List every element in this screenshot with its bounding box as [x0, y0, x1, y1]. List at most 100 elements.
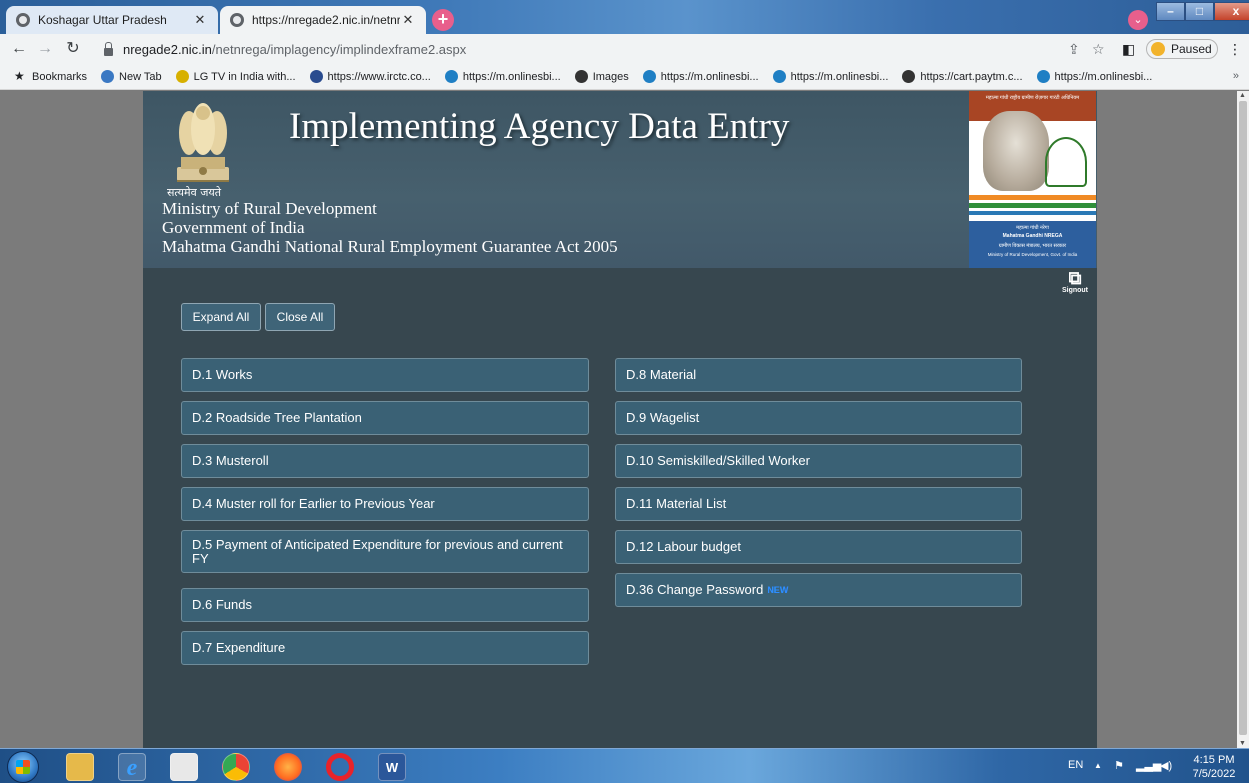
site-container: सत्यमेव जयते Implementing Agency Data En…	[143, 91, 1097, 748]
globe-icon	[574, 70, 588, 83]
scroll-up-icon[interactable]: ▲	[1239, 92, 1246, 99]
bookmarks-bar: ★ Bookmarks New Tab LG TV in India with..…	[0, 64, 1249, 90]
close-window-button[interactable]: x	[1214, 2, 1249, 21]
signout-button[interactable]: ⧉ Signout	[1055, 269, 1095, 294]
internet-explorer-icon[interactable]: e	[118, 753, 146, 781]
tab-title: https://nregade2.nic.in/netnrega	[252, 13, 400, 27]
ministry-line: Government of India	[162, 218, 305, 237]
menu-item-muster-roll-earlier[interactable]: D.4 Muster roll for Earlier to Previous …	[181, 487, 589, 521]
tab-strip: Koshagar Uttar Pradesh ✕ https://nregade…	[0, 0, 1249, 34]
profile-status: Paused	[1171, 42, 1212, 56]
scroll-down-icon[interactable]: ▼	[1239, 740, 1246, 747]
profile-paused-button[interactable]: Paused	[1146, 39, 1218, 59]
maximize-button[interactable]: □	[1185, 2, 1214, 21]
bookmark-item[interactable]: ★ Bookmarks	[14, 70, 87, 83]
menu-item-musteroll[interactable]: D.3 Musteroll	[181, 444, 589, 478]
menu-item-expenditure[interactable]: D.7 Expenditure	[181, 631, 589, 665]
url-path: /netnrega/implagency/implindexframe2.asp…	[211, 42, 467, 57]
clock-time: 4:15 PM	[1193, 754, 1235, 766]
logo-bottom-text: ग्रामीण विकास मंत्रालय, भारत सरकार	[998, 243, 1067, 249]
bookmark-favicon-icon	[1036, 70, 1050, 83]
share-icon[interactable]: ⇪	[1068, 41, 1080, 58]
ministry-block: Ministry of Rural Development Government…	[162, 199, 618, 256]
bookmark-item[interactable]: New Tab	[101, 70, 162, 83]
bookmark-star-icon[interactable]: ☆	[1092, 41, 1105, 58]
tab-close-icon[interactable]: ✕	[400, 12, 416, 28]
menu-item-skilled-worker[interactable]: D.10 Semiskilled/Skilled Worker	[615, 444, 1022, 478]
motto: सत्यमेव जयते	[167, 186, 222, 199]
signal-icon[interactable]: ▂▃▅	[1136, 759, 1161, 772]
bookmark-item[interactable]: https://m.onlinesbi...	[642, 70, 759, 83]
word-icon[interactable]: W	[378, 753, 406, 781]
bookmark-item[interactable]: https://m.onlinesbi...	[772, 70, 888, 83]
address-bar[interactable]: nregade2.nic.in/netnrega/implagency/impl…	[94, 38, 1114, 61]
firefox-icon[interactable]	[274, 753, 302, 781]
bookmarks-more-icon[interactable]: »	[1233, 70, 1239, 82]
menu-item-labour-budget[interactable]: D.12 Labour budget	[615, 530, 1022, 564]
menu-item-funds[interactable]: D.6 Funds	[181, 588, 589, 622]
minimize-button[interactable]: –	[1156, 2, 1185, 21]
chrome-icon[interactable]	[222, 753, 250, 781]
tab-title: Koshagar Uttar Pradesh	[38, 13, 167, 27]
bookmark-item[interactable]: https://cart.paytm.c...	[902, 70, 1023, 83]
bookmark-item[interactable]: https://m.onlinesbi...	[1036, 70, 1152, 83]
bookmark-favicon-icon	[309, 70, 323, 83]
lock-icon	[104, 41, 113, 56]
bookmark-item[interactable]: Images	[574, 70, 629, 83]
start-button[interactable]	[7, 751, 39, 783]
ministry-line: Ministry of Rural Development	[162, 199, 377, 218]
menu-item-anticipated-expenditure[interactable]: D.5 Payment of Anticipated Expenditure f…	[181, 530, 589, 573]
menu-item-material-list[interactable]: D.11 Material List	[615, 487, 1022, 521]
star-icon: ★	[14, 69, 25, 83]
new-tab-button[interactable]: +	[432, 9, 454, 31]
menu-icon[interactable]: ⋮	[1228, 41, 1242, 58]
signout-label: Signout	[1061, 287, 1089, 294]
globe-icon	[101, 70, 115, 83]
tray-expand-icon[interactable]: ▲	[1094, 761, 1102, 770]
bookmark-item[interactable]: LG TV in India with...	[175, 70, 296, 83]
menu-item-wagelist[interactable]: D.9 Wagelist	[615, 401, 1022, 435]
gandhi-portrait-icon	[983, 111, 1049, 191]
windows-taskbar: e W EN ▲ ⚑ ▂▃▅ ◀) 4:15 PM 7/5/2022	[0, 748, 1249, 783]
language-indicator[interactable]: EN	[1068, 759, 1083, 771]
bookmark-item[interactable]: https://www.irctc.co...	[309, 70, 431, 83]
globe-icon	[230, 13, 244, 27]
workers-illustration-icon	[1045, 137, 1087, 187]
page-scrollbar[interactable]: ▲ ▼	[1237, 91, 1249, 748]
network-flag-icon[interactable]: ⚑	[1114, 759, 1124, 772]
external-link-icon: ⧉	[1068, 268, 1082, 288]
menu-item-change-password[interactable]: D.36 Change Password NEW	[615, 573, 1022, 607]
tab-search-button[interactable]: ⌄	[1128, 10, 1148, 30]
new-badge: NEW	[767, 585, 789, 595]
logo-bottom-text-en: Ministry of Rural Development, Govt. of …	[987, 252, 1078, 257]
page-viewport: सत्यमेव जयते Implementing Agency Data En…	[0, 91, 1237, 748]
bookmark-item[interactable]: https://m.onlinesbi...	[444, 70, 561, 83]
side-panel-icon[interactable]: ◧	[1122, 41, 1135, 58]
media-player-icon[interactable]	[170, 753, 198, 781]
bookmark-favicon-icon	[642, 70, 656, 83]
bookmark-favicon-icon	[175, 70, 189, 83]
menu-item-material[interactable]: D.8 Material	[615, 358, 1022, 392]
scrollbar-thumb[interactable]	[1239, 101, 1247, 735]
volume-icon[interactable]: ◀)	[1160, 759, 1172, 772]
tab-close-icon[interactable]: ✕	[192, 12, 208, 28]
system-clock[interactable]: 4:15 PM 7/5/2022	[1186, 753, 1242, 781]
globe-icon	[16, 13, 30, 27]
window-controls: – □ x	[1156, 2, 1249, 21]
menu-item-roadside-tree-plantation[interactable]: D.2 Roadside Tree Plantation	[181, 401, 589, 435]
close-all-button[interactable]: Close All	[265, 303, 335, 331]
expand-all-button[interactable]: Expand All	[181, 303, 261, 331]
menu-item-works[interactable]: D.1 Works	[181, 358, 589, 392]
site-header: सत्यमेव जयते Implementing Agency Data En…	[143, 91, 1097, 268]
opera-icon[interactable]	[326, 753, 354, 781]
file-explorer-icon[interactable]	[66, 753, 94, 781]
back-arrow-icon[interactable]: ←	[10, 40, 28, 58]
globe-icon	[902, 70, 916, 83]
tab-koshagar[interactable]: Koshagar Uttar Pradesh ✕	[6, 6, 218, 34]
bookmark-favicon-icon	[444, 70, 458, 83]
forward-arrow-icon[interactable]: →	[36, 40, 54, 58]
reload-icon[interactable]: ↻	[64, 40, 82, 58]
tab-nregade[interactable]: https://nregade2.nic.in/netnrega ✕	[220, 6, 426, 34]
logo-mid-text: महात्मा गांधी नरेगा	[1016, 225, 1049, 231]
ministry-line: Mahatma Gandhi National Rural Employment…	[162, 237, 618, 256]
